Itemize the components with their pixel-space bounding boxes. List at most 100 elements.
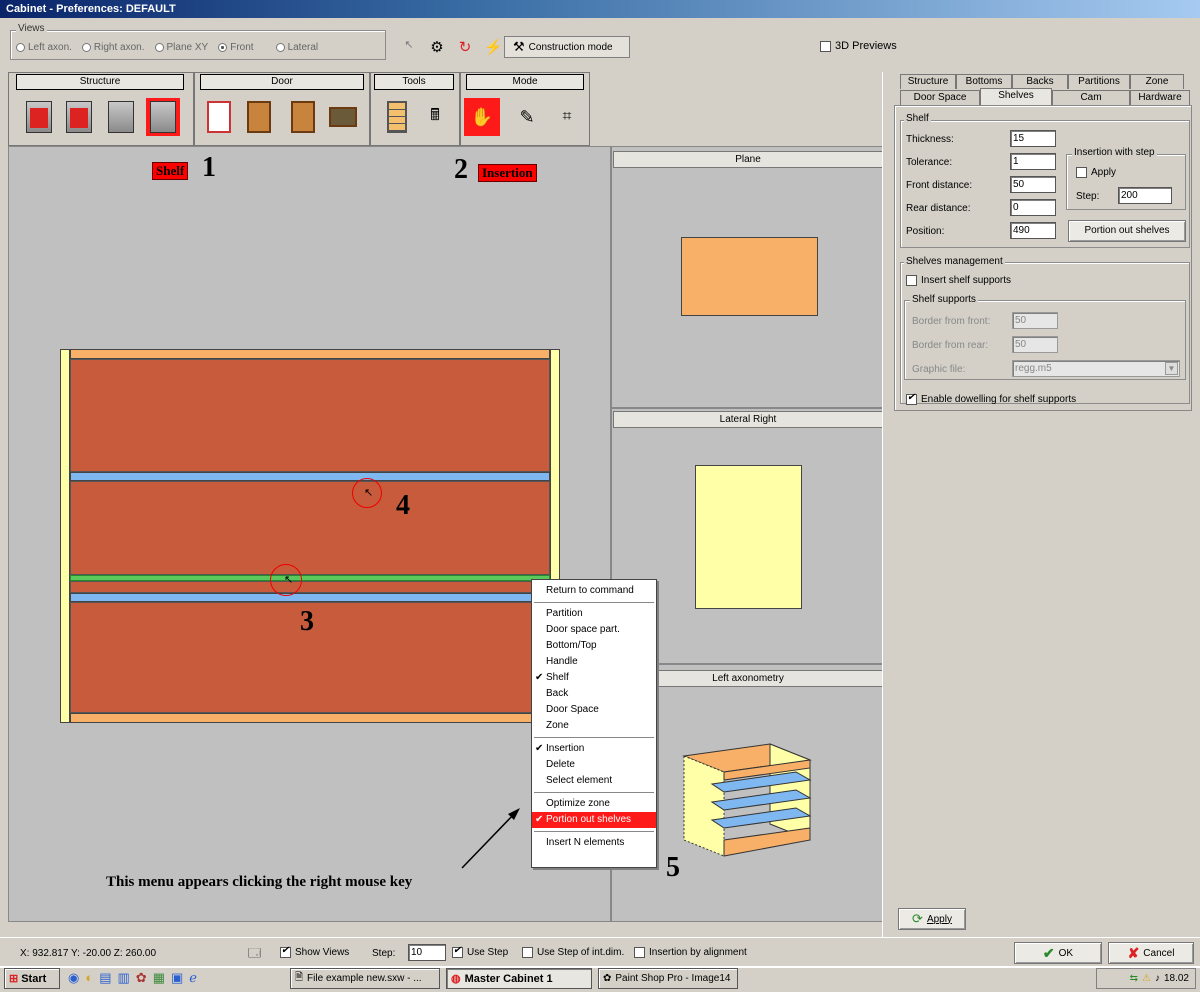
shelf-upper[interactable]: [70, 472, 550, 481]
structure-partition-icon[interactable]: [62, 98, 96, 136]
ok-label: OK: [1058, 947, 1074, 959]
preview-3d-checkbox[interactable]: 3D Previews: [820, 40, 897, 52]
use-step-checkbox[interactable]: Use Step: [452, 945, 508, 958]
menu-back[interactable]: Back: [532, 686, 656, 702]
menu-delete[interactable]: Delete: [532, 757, 656, 773]
gear-icon[interactable]: ⚙: [428, 38, 446, 56]
view-option-left-axon[interactable]: Left axon.: [16, 42, 72, 53]
cabinet-icon: [108, 101, 134, 133]
checkbox-icon: [522, 947, 533, 958]
menu-insert-n-elements[interactable]: Insert N elements: [532, 835, 656, 851]
app-icon[interactable]: ✿: [136, 970, 147, 986]
view-option-front[interactable]: Front: [218, 42, 254, 53]
cancel-button[interactable]: ✘ Cancel: [1108, 942, 1194, 964]
show-views-checkbox[interactable]: Show Views: [280, 945, 349, 958]
apply-button[interactable]: ⟳ Apply: [898, 908, 966, 930]
cabinet-top[interactable]: [70, 349, 550, 359]
cabinet-zone-top[interactable]: [70, 359, 550, 472]
ie-icon[interactable]: ℯ: [189, 970, 197, 986]
cabinet-bottom[interactable]: [70, 713, 550, 723]
tab-partitions[interactable]: Partitions: [1068, 74, 1130, 89]
menu-handle[interactable]: Handle: [532, 654, 656, 670]
start-button[interactable]: ⊞ Start: [4, 968, 60, 989]
border-rear-input[interactable]: 50: [1012, 336, 1058, 353]
cabinet-left-side[interactable]: [60, 349, 70, 723]
callout-2: 2: [454, 154, 468, 185]
construction-mode-button[interactable]: ⚒ Construction mode: [504, 36, 630, 58]
menu-zone[interactable]: Zone: [532, 718, 656, 734]
position-input[interactable]: 490: [1010, 222, 1056, 239]
magic-wand-icon[interactable]: ⚡: [484, 38, 503, 56]
menu-select-element[interactable]: Select element: [532, 773, 656, 789]
views-toggle-icon[interactable]: 🗔: [248, 944, 261, 965]
chevron-down-icon[interactable]: ▼: [1165, 362, 1178, 375]
volume-icon[interactable]: ♪: [1155, 973, 1160, 984]
cabinet-icon: [66, 101, 92, 133]
shelf-lower[interactable]: [70, 593, 550, 602]
window-title-bar: Cabinet - Preferences: DEFAULT: [0, 0, 1200, 18]
structure-back-icon[interactable]: [104, 98, 138, 136]
graphic-file-select[interactable]: regg.m5 ▼: [1012, 360, 1180, 377]
task-file-example[interactable]: 🗎 File example new.sxw - ...: [290, 968, 440, 989]
tab-backs[interactable]: Backs: [1012, 74, 1068, 89]
folder-icon[interactable]: ◐: [85, 970, 93, 986]
door-wood-icon[interactable]: [286, 98, 320, 136]
drawer-icon[interactable]: [326, 98, 360, 136]
tools-ladder-icon[interactable]: [380, 98, 414, 136]
tab-hardware[interactable]: Hardware: [1130, 90, 1190, 105]
tolerance-input[interactable]: 1: [1010, 153, 1056, 170]
view-option-lateral[interactable]: Lateral: [275, 42, 318, 53]
enable-dowelling-checkbox[interactable]: Enable dowelling for shelf supports: [906, 392, 1076, 405]
network-icon[interactable]: ⇆: [1130, 973, 1138, 984]
menu-portion-out-shelves[interactable]: ✔ Portion out shelves: [532, 812, 656, 828]
tab-zone[interactable]: Zone: [1130, 74, 1184, 89]
step-input[interactable]: 200: [1118, 187, 1172, 204]
view-option-right-axon[interactable]: Right axon.: [81, 42, 145, 53]
menu-bottom-top[interactable]: Bottom/Top: [532, 638, 656, 654]
view-option-plane-xy[interactable]: Plane XY: [154, 42, 208, 53]
mode-select-icon[interactable]: ⌗: [550, 98, 584, 136]
task-paint-shop-pro[interactable]: ✿ Paint Shop Pro - Image14: [598, 968, 738, 989]
tools-calculator-icon[interactable]: 🖩: [418, 98, 452, 136]
document-icon[interactable]: ▤: [99, 970, 111, 986]
menu-shelf[interactable]: ✔ Shelf: [532, 670, 656, 686]
menu-optimize-zone[interactable]: Optimize zone: [532, 796, 656, 812]
thickness-input[interactable]: 15: [1010, 130, 1056, 147]
note-icon[interactable]: ▥: [118, 970, 130, 986]
front-distance-input[interactable]: 50: [1010, 176, 1056, 193]
browser-icon[interactable]: ◉: [68, 970, 79, 986]
tab-structure[interactable]: Structure: [900, 74, 956, 89]
image-icon[interactable]: ▦: [153, 970, 165, 986]
portion-out-shelves-button[interactable]: Portion out shelves: [1068, 220, 1186, 242]
rear-distance-input[interactable]: 0: [1010, 199, 1056, 216]
structure-shelf-icon[interactable]: [146, 98, 180, 136]
insert-shelf-supports-checkbox[interactable]: Insert shelf supports: [906, 275, 1011, 286]
tab-cam[interactable]: Cam: [1052, 90, 1130, 105]
door-frame-icon[interactable]: [202, 98, 236, 136]
mode-insert-icon[interactable]: ✋: [464, 98, 500, 136]
mode-edit-icon[interactable]: ✎: [510, 98, 544, 136]
cabinet-zone-middle[interactable]: [70, 481, 550, 575]
window-icon[interactable]: ▣: [171, 970, 183, 986]
refresh-icon[interactable]: ↻: [456, 38, 474, 56]
menu-return-to-command[interactable]: Return to command: [532, 583, 656, 599]
menu-partition[interactable]: Partition: [532, 606, 656, 622]
ok-button[interactable]: ✔ OK: [1014, 942, 1102, 964]
insertion-alignment-checkbox[interactable]: Insertion by alignment: [634, 947, 747, 958]
status-step-input[interactable]: 10: [408, 944, 446, 961]
menu-insertion[interactable]: ✔ Insertion: [532, 741, 656, 757]
close-icon: ✘: [1127, 944, 1140, 961]
task-master-cabinet[interactable]: ◍ Master Cabinet 1: [446, 968, 592, 989]
cursor-icon[interactable]: ↖: [400, 38, 418, 56]
tab-shelves[interactable]: Shelves: [980, 88, 1052, 105]
security-icon[interactable]: ⚠: [1142, 973, 1151, 984]
border-front-input[interactable]: 50: [1012, 312, 1058, 329]
menu-door-space[interactable]: Door Space: [532, 702, 656, 718]
use-step-int-checkbox[interactable]: Use Step of int.dim.: [522, 947, 624, 958]
tab-door-space[interactable]: Door Space: [900, 90, 980, 105]
door-panel-icon[interactable]: [242, 98, 276, 136]
tab-bottoms[interactable]: Bottoms: [956, 74, 1012, 89]
apply-step-checkbox[interactable]: Apply: [1076, 167, 1116, 178]
menu-door-space-part[interactable]: Door space part.: [532, 622, 656, 638]
structure-cabinet-icon[interactable]: [22, 98, 56, 136]
